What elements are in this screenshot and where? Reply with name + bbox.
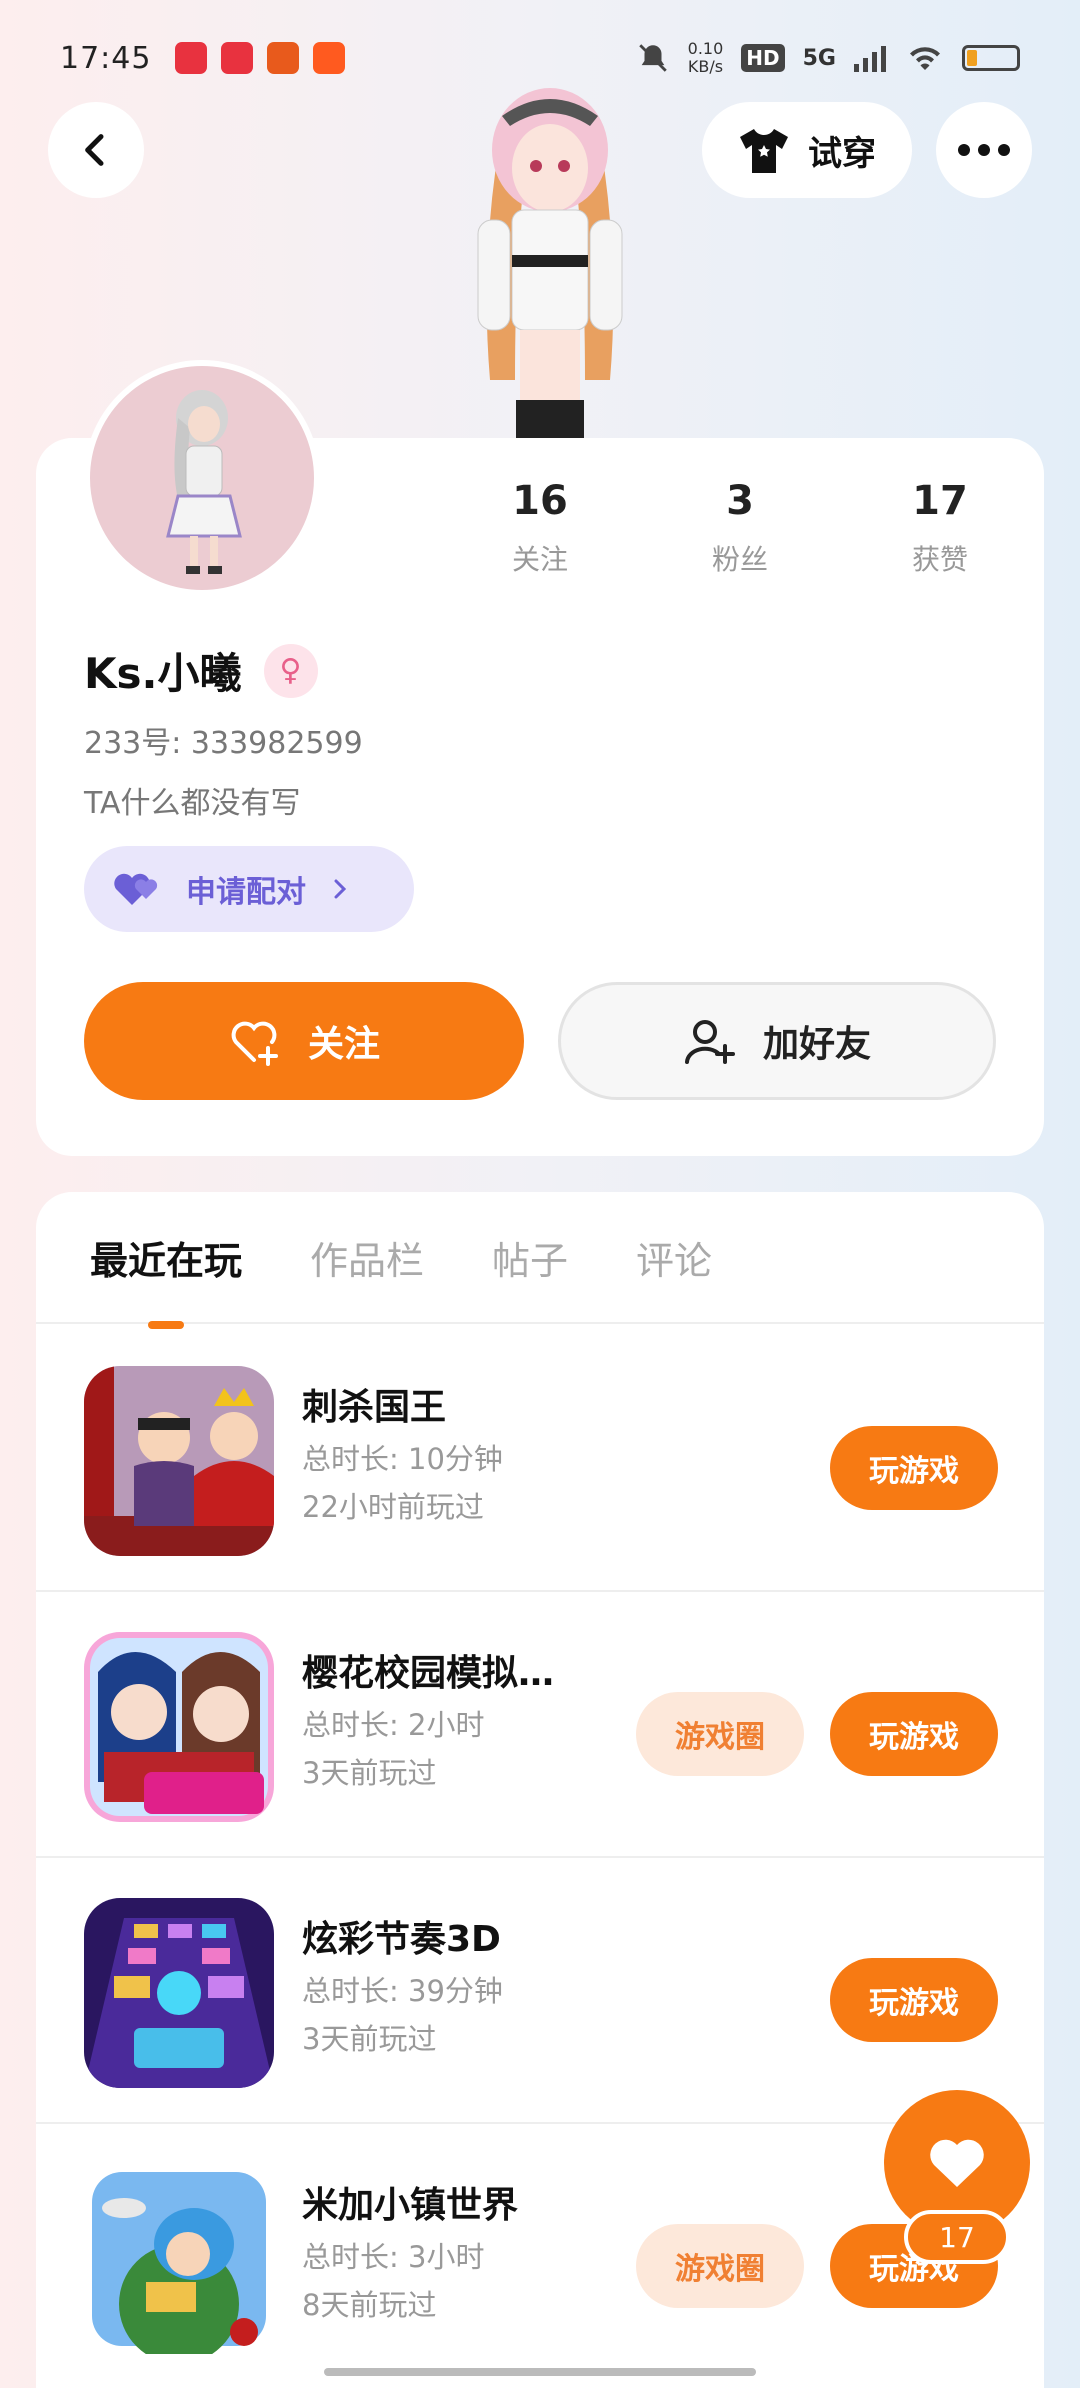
game-duration: 总时长: 10分钟 [302,1442,503,1476]
game-circle-button[interactable]: 游戏圈 [636,2224,804,2308]
tab-posts[interactable]: 帖子 [492,1230,568,1285]
battery-icon [962,45,1020,71]
game-last-played: 3天前玩过 [302,1756,437,1790]
play-game-button[interactable]: 玩游戏 [830,1958,998,2042]
stat-likes[interactable]: 17 获赞 [840,478,1040,578]
battery-fill [967,50,977,66]
stat-following[interactable]: 16 关注 [440,478,640,578]
game-last-played: 3天前玩过 [302,2022,437,2056]
game-title: 刺杀国王 [302,1387,447,1428]
tab-recently-played[interactable]: 最近在玩 [90,1230,242,1285]
status-left: 17:45 [60,40,346,76]
status-right: 0.10 KB/s HD 5G [636,40,1020,76]
add-friend-label: 加好友 [762,1024,871,1065]
kuaishou-icon [313,42,346,74]
game-icon-sakura-school[interactable] [84,1632,274,1822]
nickname-row: Ks.小曦 ♀ [84,640,318,701]
game-title: 樱花校园模拟… [302,1653,555,1694]
stat-fans-value: 3 [726,478,754,524]
stats-row: 16 关注 3 粉丝 17 获赞 [440,478,1040,578]
status-time: 17:45 [60,40,152,76]
game-row[interactable]: 刺杀国王 总时长: 10分钟 22小时前玩过 玩游戏 [36,1326,1044,1592]
try-on-button[interactable]: 试穿 [702,102,912,198]
hd-badge: HD [741,44,785,72]
tab-bar: 最近在玩 作品栏 帖子 评论 [36,1192,1044,1324]
bio: TA什么都没有写 [84,786,301,821]
avatar-3d-figure[interactable] [420,80,680,440]
game-icon-miga-town[interactable] [84,2164,274,2354]
wechat-icon [221,42,254,74]
double-heart-icon [114,873,158,905]
play-game-button[interactable]: 玩游戏 [830,1692,998,1776]
more-button[interactable] [936,102,1032,198]
game-circle-button[interactable]: 游戏圈 [636,1692,804,1776]
more-horizontal-icon [958,144,1010,156]
female-icon: ♀ [263,643,318,698]
signal-label: 5G [802,45,836,71]
like-count-badge: 17 [904,2210,1010,2264]
game-icon-rhythm-3d[interactable] [84,1898,274,2088]
network-speed: 0.10 KB/s [687,39,724,76]
apply-pair-button[interactable]: 申请配对 [84,846,414,932]
game-title: 米加小镇世界 [302,2185,519,2226]
tshirt-icon [740,129,788,173]
chevron-left-icon [85,134,104,166]
add-friend-button[interactable]: 加好友 [558,982,996,1100]
play-game-button[interactable]: 玩游戏 [830,1426,998,1510]
heart-icon [930,2139,984,2187]
game-title: 炫彩节奏3D [302,1919,501,1960]
stat-following-value: 16 [512,478,568,524]
stat-fans[interactable]: 3 粉丝 [640,478,840,578]
stat-likes-label: 获赞 [911,543,968,576]
back-button[interactable] [48,102,144,198]
chevron-right-icon [334,879,347,899]
wifi-icon [910,47,940,70]
game-last-played: 8天前玩过 [302,2288,437,2322]
game-icon-assassinate-king[interactable] [84,1366,274,1556]
follow-label: 关注 [307,1024,380,1065]
avatar[interactable] [84,360,320,596]
heart-plus-icon [231,1021,278,1066]
game-duration: 总时长: 2小时 [302,1708,485,1742]
try-on-label: 试穿 [808,133,876,174]
game-row[interactable]: 炫彩节奏3D 总时长: 39分钟 3天前玩过 玩游戏 [36,1858,1044,2124]
follow-button[interactable]: 关注 [84,982,524,1100]
xiaohongshu-icon [175,42,208,74]
add-user-icon [684,1020,735,1064]
tab-comments[interactable]: 评论 [636,1230,712,1285]
stat-fans-label: 粉丝 [711,543,768,576]
game-app-icon [267,42,300,74]
game-duration: 总时长: 3小时 [302,2240,485,2274]
stat-likes-value: 17 [912,478,968,524]
nickname: Ks.小曦 [84,649,242,698]
user-id: 233号: 333982599 [84,726,363,761]
avatar-figure-icon [166,390,242,574]
content-card: 最近在玩 作品栏 帖子 评论 刺杀国王 总时长: 10分钟 22小时前玩过 玩游… [36,1192,1044,2388]
tab-works[interactable]: 作品栏 [310,1230,424,1285]
home-indicator[interactable] [324,2368,756,2376]
game-duration: 总时长: 39分钟 [302,1974,503,2008]
stat-following-label: 关注 [511,543,568,576]
signal-bars-icon [854,46,886,72]
game-row[interactable]: 樱花校园模拟… 总时长: 2小时 3天前玩过 游戏圈 玩游戏 [36,1592,1044,1858]
mute-icon [638,44,667,72]
apply-pair-label: 申请配对 [186,875,306,910]
game-last-played: 22小时前玩过 [302,1490,484,1524]
